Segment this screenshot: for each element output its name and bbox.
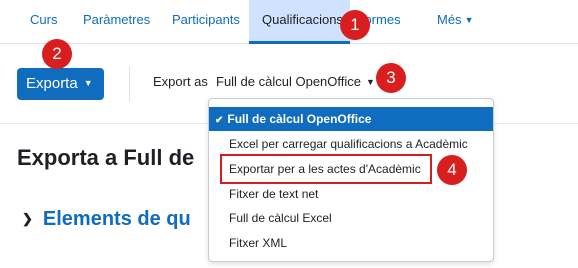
chevron-down-icon: ❯ bbox=[22, 211, 33, 226]
export-format-value: Full de càlcul OpenOffice bbox=[216, 74, 361, 89]
export-button[interactable]: Exporta ▼ bbox=[17, 68, 104, 100]
export-button-label: Exporta bbox=[26, 75, 78, 92]
dropdown-option-excel[interactable]: Full de càlcul Excel bbox=[209, 206, 493, 230]
option-label: Excel per carregar qualificacions a Acad… bbox=[229, 137, 468, 151]
divider bbox=[129, 66, 130, 102]
tab-qualificacions[interactable]: Qualificacions bbox=[249, 0, 350, 44]
option-label: Full de càlcul OpenOffice bbox=[227, 112, 372, 126]
section-heading[interactable]: ❯ Elements de qu bbox=[22, 208, 191, 231]
tab-label: Més bbox=[437, 12, 462, 27]
export-as-label: Export as bbox=[153, 74, 208, 89]
callout-badge: 3 bbox=[376, 63, 406, 93]
dropdown-option-xml[interactable]: Fitxer XML bbox=[209, 231, 493, 255]
option-label: Fitxer XML bbox=[229, 236, 288, 250]
chevron-down-icon: ▼ bbox=[366, 77, 375, 87]
chevron-down-icon: ▼ bbox=[464, 15, 474, 25]
dropdown-option-openoffice[interactable]: ✔ Full de càlcul OpenOffice bbox=[209, 107, 493, 131]
tab-curs[interactable]: Curs bbox=[30, 0, 57, 44]
option-label: Full de càlcul Excel bbox=[229, 211, 332, 225]
tab-participants[interactable]: Participants bbox=[172, 0, 240, 44]
option-label: Fitxer de text net bbox=[229, 187, 319, 201]
highlight-box bbox=[220, 154, 432, 184]
tab-label: Paràmetres bbox=[83, 12, 151, 27]
secondary-navigation: Curs Paràmetres Participants Qualificaci… bbox=[0, 0, 578, 44]
tab-parametres[interactable]: Paràmetres bbox=[83, 0, 150, 44]
callout-badge: 1 bbox=[340, 10, 370, 40]
tab-label: Qualificacions bbox=[262, 12, 343, 27]
tab-mes[interactable]: Més ▼ bbox=[437, 0, 473, 44]
page-title: Exporta a Full de bbox=[17, 145, 195, 170]
callout-badge: 2 bbox=[42, 39, 72, 69]
callout-badge: 4 bbox=[437, 155, 467, 185]
export-format-select[interactable]: Full de càlcul OpenOffice ▼ bbox=[216, 74, 375, 89]
tab-label: Participants bbox=[172, 12, 240, 27]
dropdown-option-excel-academic[interactable]: Excel per carregar qualificacions a Acad… bbox=[209, 132, 493, 156]
check-icon: ✔ bbox=[215, 115, 224, 126]
section-heading-label: Elements de qu bbox=[42, 208, 191, 230]
tab-label: Curs bbox=[30, 12, 58, 27]
chevron-down-icon: ▼ bbox=[83, 78, 93, 88]
dropdown-option-text[interactable]: Fitxer de text net bbox=[209, 182, 493, 206]
